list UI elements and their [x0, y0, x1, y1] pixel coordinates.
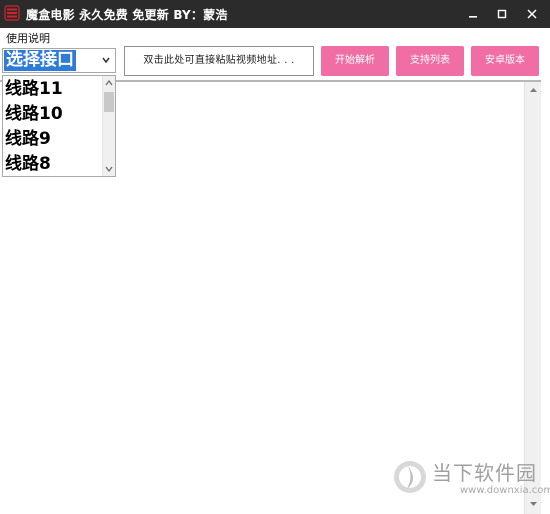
- minimize-button[interactable]: [457, 0, 489, 28]
- menu-item-instructions[interactable]: 使用说明: [6, 30, 50, 46]
- dropdown-scrollbar[interactable]: [102, 76, 115, 176]
- menu-bar: 使用说明: [0, 28, 550, 45]
- scroll-up-button[interactable]: [525, 82, 541, 98]
- window-title: 魔盒电影 永久免费 免更新 BY：蒙浩: [26, 8, 228, 22]
- scroll-up-icon[interactable]: [105, 80, 113, 86]
- watermark-name: 当下软件园: [432, 461, 537, 485]
- watermark: 当下软件园 www.downxia.com: [392, 455, 550, 505]
- watermark-url: www.downxia.com: [460, 485, 550, 496]
- interface-select[interactable]: 选择接口: [2, 48, 116, 73]
- close-icon: [527, 9, 537, 19]
- dropdown-option[interactable]: 线路10: [5, 102, 63, 127]
- dropdown-option[interactable]: 线路11: [5, 77, 63, 102]
- video-url-input[interactable]: 双击此处可直接粘贴视频地址. . .: [124, 46, 314, 76]
- support-list-button[interactable]: 支持列表: [396, 46, 464, 76]
- watermark-logo-icon: [394, 461, 426, 493]
- android-version-button[interactable]: 安卓版本: [471, 46, 539, 76]
- scroll-up-icon: [529, 88, 537, 92]
- scroll-down-icon[interactable]: [105, 166, 113, 172]
- dropdown-scroll-thumb[interactable]: [104, 92, 114, 112]
- maximize-button[interactable]: [486, 0, 518, 28]
- maximize-icon: [497, 9, 507, 19]
- dropdown-option[interactable]: 线路8: [5, 152, 51, 177]
- chevron-down-icon: [102, 57, 110, 64]
- start-parse-button[interactable]: 开始解析: [321, 46, 389, 76]
- interface-select-value: 选择接口: [4, 50, 76, 71]
- interface-dropdown-list[interactable]: 线路11 线路10 线路9 线路8: [2, 75, 116, 177]
- minimize-icon: [469, 16, 477, 18]
- close-button[interactable]: [516, 0, 548, 28]
- dropdown-option[interactable]: 线路9: [5, 127, 51, 152]
- main-scrollbar[interactable]: [524, 82, 541, 514]
- app-logo-icon: [4, 5, 20, 21]
- title-bar: 魔盒电影 永久免费 免更新 BY：蒙浩: [0, 0, 550, 28]
